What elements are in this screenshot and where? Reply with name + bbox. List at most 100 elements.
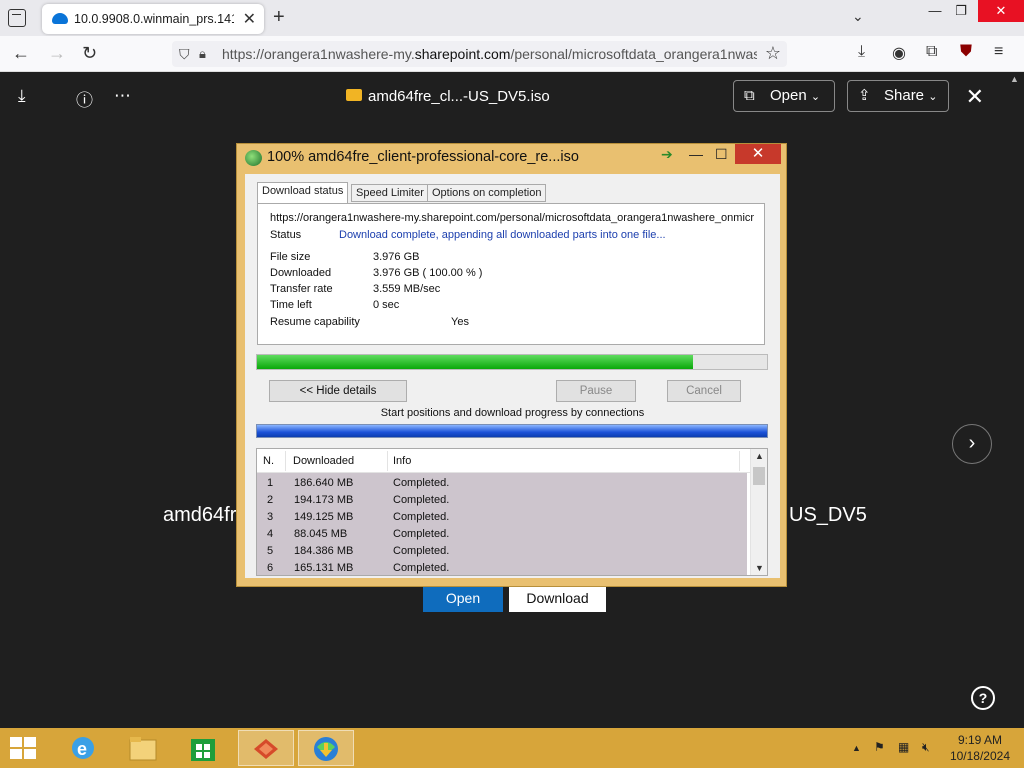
table-header: N. Downloaded Info <box>257 449 751 473</box>
progress-fill <box>257 355 694 369</box>
download-url: https://orangera1nwashere-my.sharepoint.… <box>270 212 754 224</box>
scroll-down-arrow-icon[interactable]: ▼ <box>755 563 764 573</box>
table-row[interactable]: 1 186.640 MB Completed. <box>257 475 747 492</box>
internet-download-manager-icon[interactable] <box>298 730 354 766</box>
scroll-thumb[interactable] <box>753 467 765 485</box>
downloaded-label: Downloaded <box>270 267 332 279</box>
store-icon[interactable] <box>176 730 232 766</box>
tab-close-icon[interactable]: ✕ <box>243 9 256 29</box>
url-text[interactable]: https://orangera1nwashere-my.sharepoint.… <box>222 46 757 62</box>
window-close-icon[interactable]: ✕ <box>978 0 1024 22</box>
share-button[interactable]: ⇪ Share ⌄ <box>847 80 949 112</box>
info-icon[interactable]: ⓘ <box>76 86 93 111</box>
help-icon[interactable]: ? <box>971 686 995 710</box>
status-label: Status <box>270 229 302 241</box>
nav-bar: ← → ↻ ⛉ 🔒︎ https://orangera1nwashere-my.… <box>0 36 1024 72</box>
connections-progress-bar <box>256 424 768 438</box>
account-icon[interactable]: ◉ <box>892 43 906 63</box>
download-dialog: 100% amd64fre_client-professional-core_r… <box>236 143 787 587</box>
bookmark-star-icon[interactable]: ☆ <box>765 43 781 64</box>
pause-button[interactable]: Pause <box>556 380 636 402</box>
tab-overflow-chevron-icon[interactable]: ⌄ <box>852 8 864 25</box>
extensions-icon[interactable]: ⧉ <box>926 43 937 61</box>
forward-icon[interactable]: → <box>48 43 66 64</box>
cancel-button[interactable]: Cancel <box>667 380 741 402</box>
taskbar: e ▲ ⚑ ▦ 🔇︎ 9:19 AM 10/18/2024 <box>0 728 1024 768</box>
open-external-icon: ⧉ <box>744 87 755 104</box>
dialog-maximize-icon[interactable]: ☐ <box>715 146 728 163</box>
clock-time: 9:19 AM <box>957 733 1002 747</box>
winrar-icon[interactable] <box>238 730 294 766</box>
reload-icon[interactable]: ↻ <box>82 43 97 64</box>
table-row[interactable]: 6 165.131 MB Completed. <box>257 560 747 575</box>
open-button[interactable]: Open <box>423 584 503 612</box>
network-icon[interactable]: ▦ <box>898 740 909 754</box>
start-button[interactable] <box>10 737 38 761</box>
column-header-downloaded[interactable]: Downloaded <box>293 455 354 467</box>
back-icon[interactable]: ← <box>12 43 30 64</box>
table-row[interactable]: 2 194.173 MB Completed. <box>257 492 747 509</box>
table-body: 1 186.640 MB Completed. 2 194.173 MB Complet… <box>257 473 747 575</box>
table-row[interactable]: 5 184.386 MB Completed. <box>257 543 747 560</box>
preview-filename-right: US_DV5 <box>789 504 867 526</box>
table-row[interactable]: 4 88.045 MB Completed. <box>257 526 747 543</box>
onedrive-cloud-icon <box>52 13 68 24</box>
lock-icon[interactable]: 🔒︎ <box>199 46 206 62</box>
new-tab-icon[interactable]: + <box>273 6 285 29</box>
transfer-rate-label: Transfer rate <box>270 283 333 295</box>
resume-capability-value: Yes <box>451 316 469 328</box>
restore-icon[interactable]: ❐ <box>946 0 976 22</box>
download-button[interactable]: Download <box>509 584 606 612</box>
viewer-header: ⤓ ⓘ ⋯ amd64fre_cl...-US_DV5.iso ⧉ Open ⌄… <box>0 72 1024 122</box>
column-header-n[interactable]: N. <box>263 455 274 467</box>
viewer-close-icon[interactable]: ✕ <box>966 84 984 110</box>
file-explorer-icon[interactable] <box>116 730 172 766</box>
ublock-icon[interactable]: ⛊ <box>960 43 972 61</box>
dialog-minimize-icon[interactable]: — <box>689 146 703 162</box>
table-scrollbar[interactable]: ▲ ▼ <box>750 449 767 575</box>
system-clock[interactable]: 9:19 AM 10/18/2024 <box>950 732 1010 764</box>
hide-details-button[interactable]: << Hide details <box>269 380 407 402</box>
tab-options-on-completion[interactable]: Options on completion <box>427 184 547 202</box>
column-divider <box>285 451 286 471</box>
transfer-rate-value: 3.559 MB/sec <box>373 283 441 295</box>
dialog-title: 100% amd64fre_client-professional-core_r… <box>267 149 579 165</box>
resume-capability-label: Resume capability <box>270 316 360 328</box>
open-menu-button[interactable]: ⧉ Open ⌄ <box>733 80 835 112</box>
volume-muted-icon[interactable]: 🔇︎ <box>922 740 930 755</box>
next-file-icon[interactable]: › <box>952 424 992 464</box>
more-options-icon[interactable]: ⋯ <box>114 86 131 106</box>
svg-text:e: e <box>77 739 87 759</box>
column-divider <box>387 451 388 471</box>
preview-filename-left: amd64fr <box>163 504 237 526</box>
shield-icon[interactable]: ⛉ <box>179 46 190 63</box>
download-icon[interactable]: ⤓ <box>18 86 26 106</box>
tab-speed-limiter[interactable]: Speed Limiter <box>351 184 429 202</box>
connections-label: Start positions and download progress by… <box>380 407 645 419</box>
clock-date: 10/18/2024 <box>949 749 1010 763</box>
downloads-icon[interactable]: ⤓ <box>858 43 865 61</box>
browser-tab[interactable]: 10.0.9908.0.winmain_prs.141212 ✕ <box>42 4 264 34</box>
archive-icon <box>346 89 362 101</box>
url-bar[interactable]: ⛉ 🔒︎ https://orangera1nwashere-my.sharep… <box>172 41 787 67</box>
scroll-up-arrow-icon[interactable]: ▲ <box>755 451 764 461</box>
dialog-close-icon[interactable]: ✕ <box>735 144 781 164</box>
tab-title: 10.0.9908.0.winmain_prs.141212 <box>74 12 234 26</box>
action-center-flag-icon[interactable]: ⚑ <box>874 740 885 754</box>
tab-list-icon[interactable] <box>8 9 26 27</box>
table-row[interactable]: 3 149.125 MB Completed. <box>257 509 747 526</box>
file-size-value: 3.976 GB <box>373 251 420 263</box>
file-size-label: File size <box>270 251 311 263</box>
time-left-value: 0 sec <box>373 299 400 311</box>
tab-download-status[interactable]: Download status <box>257 182 349 203</box>
downloaded-value: 3.976 GB ( 100.00 % ) <box>373 267 483 279</box>
internet-explorer-icon[interactable]: e <box>56 730 112 766</box>
download-progress-bar <box>256 354 768 370</box>
dialog-arrow-icon[interactable]: ➔ <box>661 146 673 163</box>
menu-icon[interactable]: ≡ <box>994 43 1003 61</box>
share-icon: ⇪ <box>858 87 871 104</box>
time-left-label: Time left <box>270 299 312 311</box>
idm-app-icon <box>245 150 262 166</box>
column-header-info[interactable]: Info <box>393 455 411 467</box>
tray-overflow-icon[interactable]: ▲ <box>852 743 861 753</box>
